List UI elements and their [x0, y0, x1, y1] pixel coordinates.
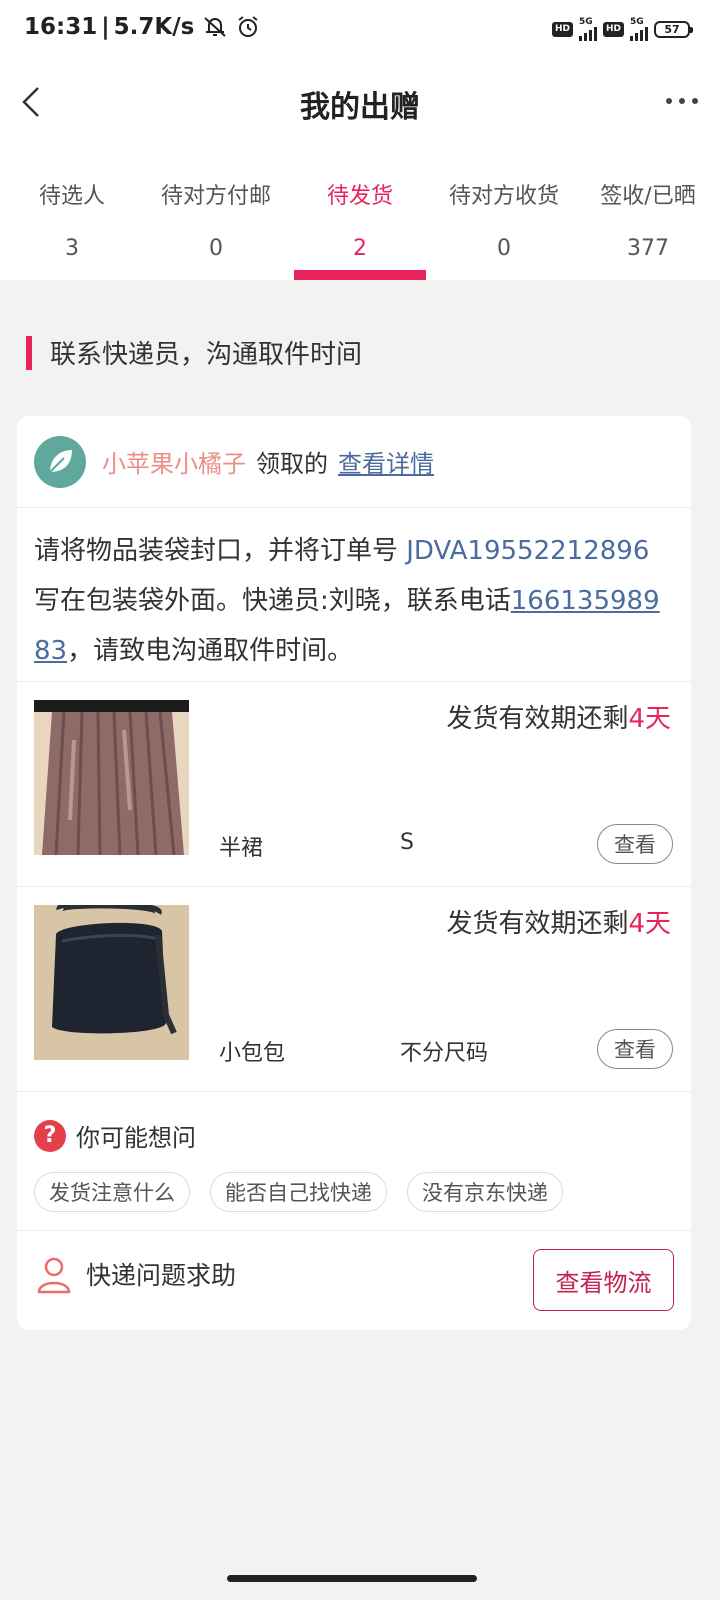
status-net-speed: 5.7K/s: [113, 14, 195, 40]
signal-icon-2: 5G: [630, 18, 648, 41]
item-name: 半裙: [219, 836, 264, 861]
order-card: 小苹果小橘子 领取的 查看详情 请将物品装袋封口，并将订单号 JDVA19552…: [17, 416, 691, 1330]
mute-bell-icon: [202, 15, 228, 39]
avatar[interactable]: [34, 435, 86, 488]
view-item-button[interactable]: 查看: [597, 1029, 673, 1069]
view-item-button[interactable]: 查看: [597, 824, 673, 864]
faq-chip-own-courier[interactable]: 能否自己找快递: [210, 1172, 387, 1212]
faq-chips: 发货注意什么 能否自己找快递 没有京东快递: [34, 1172, 563, 1212]
tab-pending-postage[interactable]: 待对方付邮 0: [144, 170, 288, 280]
courier-help-label: 快递问题求助: [86, 1261, 237, 1290]
alarm-icon: [236, 15, 260, 39]
bag-image[interactable]: [34, 905, 189, 1060]
recipient-name[interactable]: 小苹果小橘子: [102, 444, 246, 479]
shipping-instruction: 请将物品装袋封口，并将订单号 JDVA19552212896 写在包装袋外面。快…: [34, 536, 660, 666]
item-name: 小包包: [219, 1041, 286, 1066]
hd-icon-2: HD: [602, 22, 624, 37]
item-size: 不分尺码: [400, 1041, 489, 1066]
header-area: 16:31 | 5.7K/s HD 5G HD 5G 57 我的出赠 待选人 3…: [0, 0, 720, 280]
order-number[interactable]: JDVA19552212896: [406, 536, 649, 566]
signal-icon: 5G: [578, 18, 597, 41]
tab-pending-shipment[interactable]: 待发货 2: [288, 170, 432, 280]
divider: [17, 1091, 691, 1092]
recipient-row: 小苹果小橘子 领取的 查看详情: [17, 416, 691, 508]
status-bar: 16:31 | 5.7K/s HD 5G HD 5G 57: [0, 0, 720, 62]
section-accent-bar: [26, 335, 32, 370]
courier-help[interactable]: 快递问题求助: [34, 1254, 236, 1294]
section-header: 联系快递员，沟通取件时间: [26, 334, 362, 371]
section-title: 联系快递员，沟通取件时间: [50, 340, 363, 370]
received-text: 领取的: [256, 450, 328, 478]
battery-icon: 57: [654, 21, 693, 38]
more-options-button[interactable]: [666, 98, 698, 104]
person-icon: [37, 1257, 71, 1294]
leaf-icon: [49, 449, 72, 473]
ship-deadline: 发货有效期还剩4天: [446, 909, 671, 939]
faq-chip-no-jd-express[interactable]: 没有京东快递: [407, 1172, 563, 1212]
faq-chip-shipping-notes[interactable]: 发货注意什么: [34, 1172, 190, 1212]
item-row: 发货有效期还剩4天 半裙 S 查看: [17, 682, 691, 886]
question-icon: ?: [34, 1119, 66, 1152]
view-detail-link[interactable]: 查看详情: [338, 444, 434, 479]
active-tab-indicator: [294, 270, 426, 280]
tab-pending-select[interactable]: 待选人 3: [0, 170, 144, 280]
faq-title: 你可能想问: [76, 1124, 196, 1152]
tab-signed[interactable]: 签收/已晒 377: [576, 170, 720, 280]
item-row: 发货有效期还剩4天 小包包 不分尺码 查看: [17, 887, 691, 1091]
status-time: 16:31: [24, 14, 98, 40]
page-title: 我的出赠: [300, 90, 420, 125]
nav-bar: 我的出赠: [0, 62, 720, 142]
faq-section: ? 你可能想问: [34, 1118, 196, 1153]
divider: [17, 1230, 691, 1231]
item-size: S: [400, 830, 414, 855]
status-tabs: 待选人 3 待对方付邮 0 待发货 2 待对方收货 0 签收/已晒 377: [0, 170, 720, 280]
home-indicator[interactable]: [227, 1575, 477, 1582]
skirt-image[interactable]: [34, 700, 189, 855]
hd-icon: HD: [551, 22, 573, 37]
ship-deadline: 发货有效期还剩4天: [446, 704, 671, 734]
tab-pending-receipt[interactable]: 待对方收货 0: [432, 170, 576, 280]
view-logistics-button[interactable]: 查看物流: [533, 1249, 674, 1311]
